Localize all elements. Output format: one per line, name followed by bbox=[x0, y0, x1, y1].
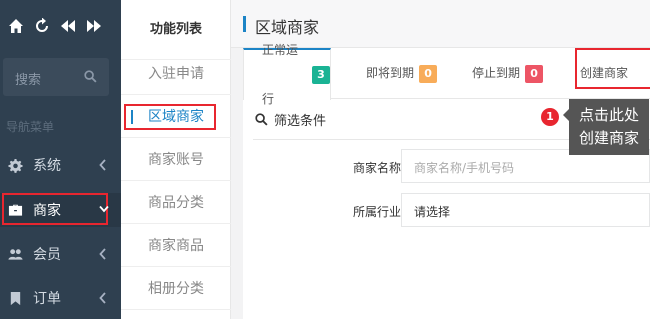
field-merchant-name: 商家名称 商家名称/手机号码 bbox=[253, 149, 650, 189]
sidebar-toolbar bbox=[0, 0, 121, 52]
sidebar-item-label: 订单 bbox=[33, 291, 61, 307]
tab-stopped[interactable]: 停止到期 0 bbox=[472, 48, 544, 99]
count-badge: 0 bbox=[525, 64, 544, 83]
title-accent bbox=[243, 16, 246, 32]
sidebar-item-label: 系统 bbox=[33, 158, 61, 174]
search-icon bbox=[255, 113, 268, 126]
step-number-badge: 1 bbox=[541, 108, 559, 126]
callout-line: 点击此处 bbox=[578, 106, 639, 124]
field-label: 商家名称 bbox=[352, 161, 401, 175]
submenu-item-product-category[interactable]: 商品分类 bbox=[121, 182, 231, 224]
highlight-box bbox=[124, 104, 216, 130]
main-content: 区域商家 正常运行 3 即将到期 0 停止到期 0 创建商家 筛选条件 商家名称… bbox=[231, 0, 650, 319]
highlight-box bbox=[2, 193, 108, 225]
chevron-left-icon bbox=[99, 248, 106, 260]
sidebar: 搜索 导航菜单 系统 商家 会员 订单 bbox=[0, 0, 121, 319]
tab-bar: 正常运行 3 即将到期 0 停止到期 0 创建商家 bbox=[243, 43, 650, 106]
submenu-item-regional-merchant[interactable]: 区域商家 bbox=[121, 96, 231, 138]
rewind-icon[interactable] bbox=[60, 18, 76, 34]
callout-tooltip: 点击此处 创建商家 bbox=[563, 99, 649, 155]
highlight-box bbox=[575, 48, 650, 89]
bookmark-icon bbox=[10, 291, 21, 305]
submenu-item-merchant-account[interactable]: 商家账号 bbox=[121, 139, 231, 181]
content-panel: 正常运行 3 即将到期 0 停止到期 0 创建商家 筛选条件 商家名称 商家名称… bbox=[243, 43, 650, 319]
filter-label: 筛选条件 bbox=[274, 114, 327, 129]
tab-create-merchant[interactable]: 创建商家 bbox=[575, 48, 650, 99]
submenu-item-apply[interactable]: 入驻申请 bbox=[121, 53, 231, 95]
search-placeholder: 搜索 bbox=[15, 73, 42, 88]
count-badge: 3 bbox=[312, 66, 330, 84]
sidebar-item-label: 会员 bbox=[33, 247, 61, 263]
tab-expiring-soon[interactable]: 即将到期 0 bbox=[366, 48, 438, 99]
refresh-icon[interactable] bbox=[34, 18, 50, 34]
sidebar-item-merchant[interactable]: 商家 bbox=[0, 193, 121, 227]
sidebar-item-member[interactable]: 会员 bbox=[0, 237, 121, 271]
count-badge: 0 bbox=[419, 64, 438, 83]
chevron-down-icon bbox=[99, 205, 109, 213]
field-label: 所属行业 bbox=[352, 205, 401, 219]
tab-label: 停止到期 bbox=[472, 66, 521, 80]
field-industry: 所属行业 请选择 bbox=[253, 193, 650, 233]
home-icon[interactable] bbox=[8, 18, 24, 34]
industry-select[interactable]: 请选择 bbox=[401, 193, 650, 227]
sidebar-item-order[interactable]: 订单 bbox=[0, 281, 121, 315]
users-icon bbox=[8, 248, 23, 260]
tab-running[interactable]: 正常运行 3 bbox=[243, 43, 331, 106]
fast-forward-icon[interactable] bbox=[86, 18, 102, 34]
sidebar-search[interactable]: 搜索 bbox=[3, 58, 109, 96]
submenu-title: 功能列表 bbox=[121, 0, 231, 60]
submenu: 功能列表 入驻申请 区域商家 商家账号 商品分类 商家商品 相册分类 bbox=[121, 0, 231, 319]
tab-label: 即将到期 bbox=[366, 66, 415, 80]
search-icon bbox=[84, 70, 97, 83]
chevron-left-icon bbox=[99, 159, 106, 171]
submenu-item-merchant-products[interactable]: 商家商品 bbox=[121, 225, 231, 267]
callout-line: 创建商家 bbox=[578, 129, 639, 147]
gear-icon bbox=[8, 158, 23, 173]
chevron-left-icon bbox=[99, 292, 106, 304]
nav-header: 导航菜单 bbox=[6, 120, 55, 134]
sidebar-item-system[interactable]: 系统 bbox=[0, 148, 121, 182]
submenu-item-album-category[interactable]: 相册分类 bbox=[121, 268, 231, 310]
